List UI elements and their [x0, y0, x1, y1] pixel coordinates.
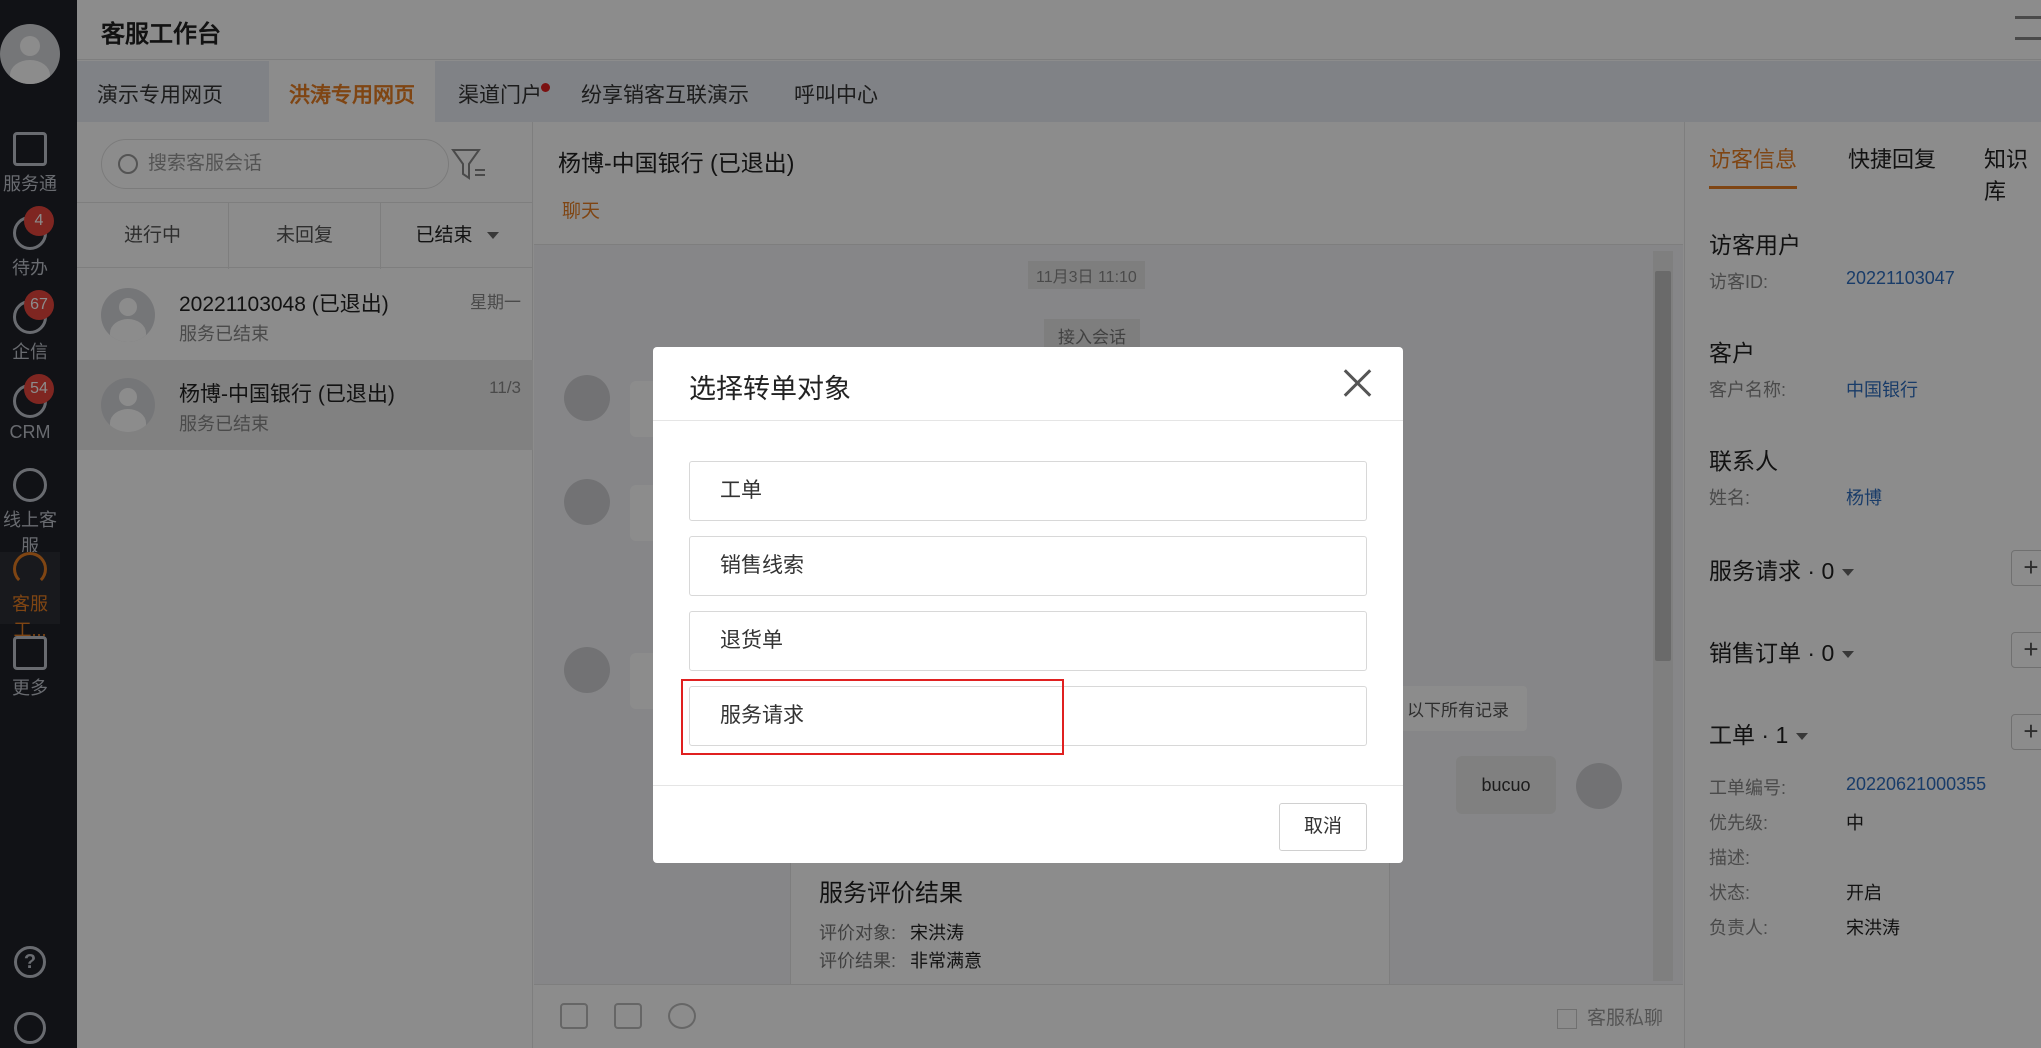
option-return-order[interactable]: 退货单 — [689, 611, 1367, 671]
close-icon[interactable] — [1339, 365, 1375, 401]
highlight-box — [681, 679, 1064, 755]
option-sales-lead[interactable]: 销售线索 — [689, 536, 1367, 596]
dialog-header: 选择转单对象 — [653, 347, 1403, 421]
dialog-footer: 取消 — [653, 785, 1403, 863]
cancel-button[interactable]: 取消 — [1279, 803, 1367, 851]
dialog-title: 选择转单对象 — [689, 374, 851, 404]
transfer-target-dialog: 选择转单对象 工单 销售线索 退货单 服务请求 取消 — [653, 347, 1403, 863]
option-work-order[interactable]: 工单 — [689, 461, 1367, 521]
